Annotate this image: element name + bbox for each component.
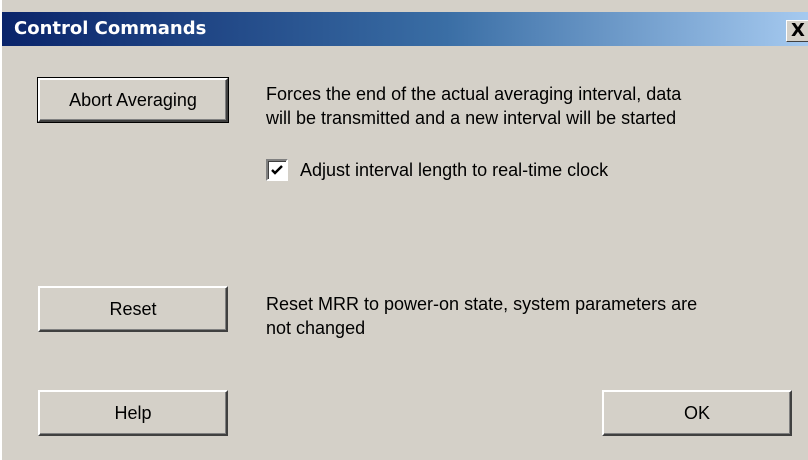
checkmark-icon xyxy=(271,165,283,175)
reset-description-line-1: Reset MRR to power-on state, system para… xyxy=(266,294,698,314)
adjust-interval-checkbox-row[interactable]: Adjust interval length to real-time cloc… xyxy=(266,158,608,182)
abort-averaging-button[interactable]: Abort Averaging xyxy=(37,77,229,123)
close-icon: X xyxy=(791,20,805,41)
adjust-interval-label: Adjust interval length to real-time cloc… xyxy=(300,160,609,180)
window-title: Control Commands xyxy=(14,18,207,39)
reset-description: Reset MRR to power-on state, system para… xyxy=(266,292,796,340)
reset-description-line-2: not changed xyxy=(266,318,366,338)
control-commands-dialog: Control Commands X Abort Averaging Force… xyxy=(0,0,808,460)
help-button[interactable]: Help xyxy=(38,390,228,436)
abort-averaging-description: Forces the end of the actual averaging i… xyxy=(266,82,796,130)
help-label: Help xyxy=(114,402,152,423)
abort-averaging-label: Abort Averaging xyxy=(69,89,197,110)
abort-description-line-2: will be transmitted and a new interval w… xyxy=(266,108,677,128)
close-button[interactable]: X xyxy=(786,20,808,42)
title-bar[interactable]: Control Commands X xyxy=(2,12,808,46)
abort-description-line-1: Forces the end of the actual averaging i… xyxy=(266,84,682,104)
reset-button[interactable]: Reset xyxy=(38,286,228,332)
reset-label: Reset xyxy=(109,298,157,319)
ok-button[interactable]: OK xyxy=(602,390,792,436)
adjust-interval-checkbox[interactable] xyxy=(266,159,288,181)
ok-label: OK xyxy=(683,402,710,423)
